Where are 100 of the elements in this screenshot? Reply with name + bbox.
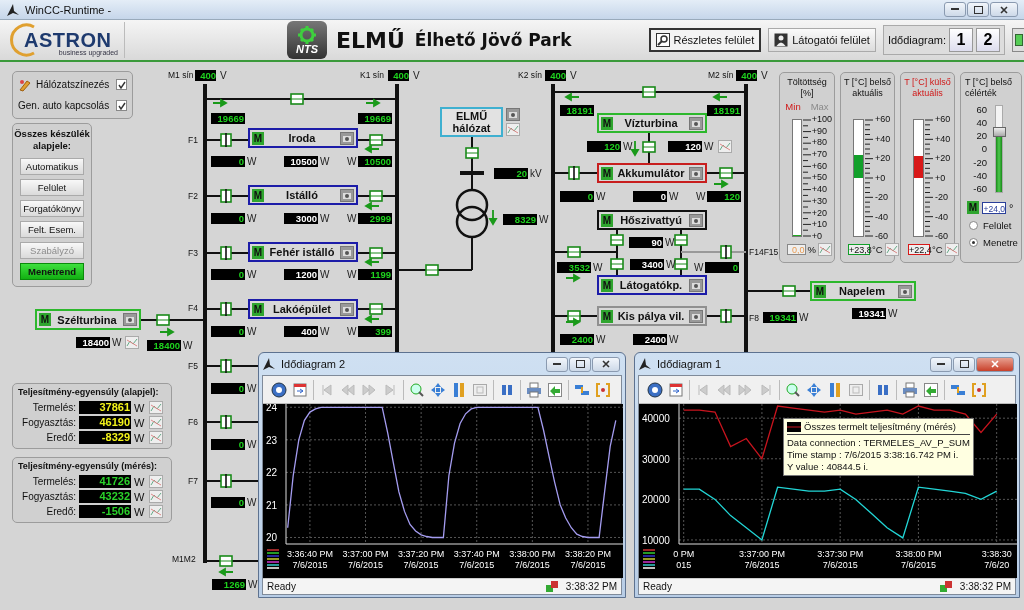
trend-icon[interactable] <box>149 401 163 414</box>
faceplate-icon[interactable] <box>689 166 703 180</box>
move-icon[interactable] <box>430 381 446 398</box>
legend-icon <box>642 549 656 569</box>
trend-icon[interactable] <box>149 475 163 488</box>
trend-button[interactable]: 2 <box>976 28 1000 52</box>
grid-box[interactable]: ELMŰ hálózat <box>440 107 503 137</box>
help-icon[interactable] <box>271 381 287 398</box>
magnifier-icon[interactable] <box>409 381 425 398</box>
trend-icon[interactable] <box>944 243 959 256</box>
transformer-icon <box>455 188 489 239</box>
mode-button[interactable]: Automatikus <box>20 158 84 175</box>
breaker-icon[interactable] <box>220 245 232 261</box>
ruler-icon[interactable] <box>827 381 843 398</box>
close-button[interactable] <box>592 356 620 372</box>
maximize-button[interactable] <box>569 356 591 372</box>
breaker-icon[interactable] <box>220 414 232 430</box>
help-icon[interactable] <box>647 381 663 398</box>
trend-icon[interactable] <box>149 505 163 518</box>
value-display: 37861 <box>79 401 131 414</box>
faceplate-icon[interactable] <box>689 213 703 227</box>
device-box[interactable]: M Szélturbina <box>35 309 141 330</box>
printer-icon[interactable] <box>526 381 542 398</box>
radio-button[interactable] <box>969 238 978 247</box>
breaker-icon[interactable] <box>720 308 732 324</box>
printer-icon[interactable] <box>902 381 918 398</box>
breaker-icon[interactable] <box>568 165 580 181</box>
unit-label: °C <box>932 244 943 255</box>
breaker-icon[interactable] <box>720 244 732 260</box>
magnifier-icon[interactable] <box>785 381 801 398</box>
breaker-icon[interactable] <box>220 358 232 374</box>
faceplate-icon[interactable] <box>340 245 354 259</box>
page-title: ELMŰ <box>336 27 405 53</box>
mode-button[interactable]: Felület <box>20 179 84 196</box>
device-box[interactable]: M Lakóépület <box>248 299 358 319</box>
maximize-icon <box>973 5 983 14</box>
maximize-button[interactable] <box>953 356 975 372</box>
device-box[interactable]: M Napelem <box>810 281 916 301</box>
mode-button[interactable]: Menetrend <box>20 263 84 280</box>
device-box[interactable]: M Kis pálya vil. <box>597 306 707 326</box>
faceplate-icon[interactable] <box>898 284 912 298</box>
arrow-icon <box>365 99 381 107</box>
device-box[interactable]: M Akkumulátor <box>597 163 707 183</box>
trend-button[interactable]: 1 <box>949 28 973 52</box>
device-box[interactable]: M Iroda <box>248 128 358 148</box>
trend-icon[interactable] <box>149 431 163 444</box>
trend-icon[interactable] <box>818 243 832 256</box>
breaker-icon[interactable] <box>220 132 232 148</box>
axis-label: 22 <box>266 467 278 479</box>
faceplate-icon[interactable] <box>340 131 354 145</box>
bracket-icon[interactable] <box>595 381 611 398</box>
axis-label: 3:37:20 PM 7/6/2015 <box>398 549 445 571</box>
trend-icon[interactable] <box>718 140 732 153</box>
maximize-button[interactable] <box>967 2 989 17</box>
trend-icon[interactable] <box>506 123 520 136</box>
faceplate-icon[interactable] <box>689 309 703 323</box>
breaker-icon[interactable] <box>220 301 232 317</box>
trend-icon[interactable] <box>884 243 899 256</box>
value-display: 3532 <box>557 262 591 273</box>
checkbox[interactable] <box>116 100 127 111</box>
bracket-icon[interactable] <box>971 381 987 398</box>
minimize-button[interactable] <box>944 2 966 17</box>
trend-icon[interactable] <box>125 336 139 349</box>
trend-icon[interactable] <box>149 416 163 429</box>
radio-button[interactable] <box>969 221 978 230</box>
faceplate-icon[interactable] <box>340 188 354 202</box>
calendar-icon[interactable] <box>668 381 684 398</box>
view-button[interactable]: Látogatói felület <box>768 28 876 52</box>
export-icon[interactable] <box>547 381 563 398</box>
mode-button[interactable]: Forgatókönyv <box>20 200 84 217</box>
faceplate-icon[interactable] <box>123 313 137 326</box>
move-icon[interactable] <box>806 381 822 398</box>
export-icon[interactable] <box>923 381 939 398</box>
arrow-icon <box>364 145 380 153</box>
faceplate-icon[interactable] <box>340 302 354 316</box>
checkbox[interactable] <box>116 79 127 90</box>
toolbar-button[interactable] <box>1012 28 1024 52</box>
value-display: 400 <box>545 70 566 81</box>
device-box[interactable]: M Istálló <box>248 185 358 205</box>
unit-label: W <box>347 326 357 337</box>
close-button[interactable] <box>990 2 1018 17</box>
device-box[interactable]: M Hőszivattyú <box>597 210 707 230</box>
breaker-icon[interactable] <box>220 473 232 489</box>
mode-button[interactable]: Felt. Esem. <box>20 221 84 238</box>
breaker-icon[interactable] <box>220 188 232 204</box>
device-box[interactable]: M Fehér istálló <box>248 242 358 262</box>
faceplate-icon[interactable] <box>506 108 520 121</box>
option-label: Gen. auto kapcsolás <box>18 100 110 111</box>
calendar-icon[interactable] <box>292 381 308 398</box>
minimize-button[interactable] <box>546 356 568 372</box>
minimize-button[interactable] <box>930 356 952 372</box>
device-box[interactable]: M Látogatókp. <box>597 275 707 295</box>
ruler-icon[interactable] <box>451 381 467 398</box>
faceplate-icon[interactable] <box>689 116 703 130</box>
trend-icon[interactable] <box>149 490 163 503</box>
slider-thumb[interactable] <box>993 126 1006 137</box>
view-button[interactable]: Részletes felület <box>648 28 762 52</box>
device-box[interactable]: M Vízturbina <box>597 113 707 133</box>
breaker-icon[interactable] <box>674 258 688 270</box>
faceplate-icon[interactable] <box>689 278 703 292</box>
